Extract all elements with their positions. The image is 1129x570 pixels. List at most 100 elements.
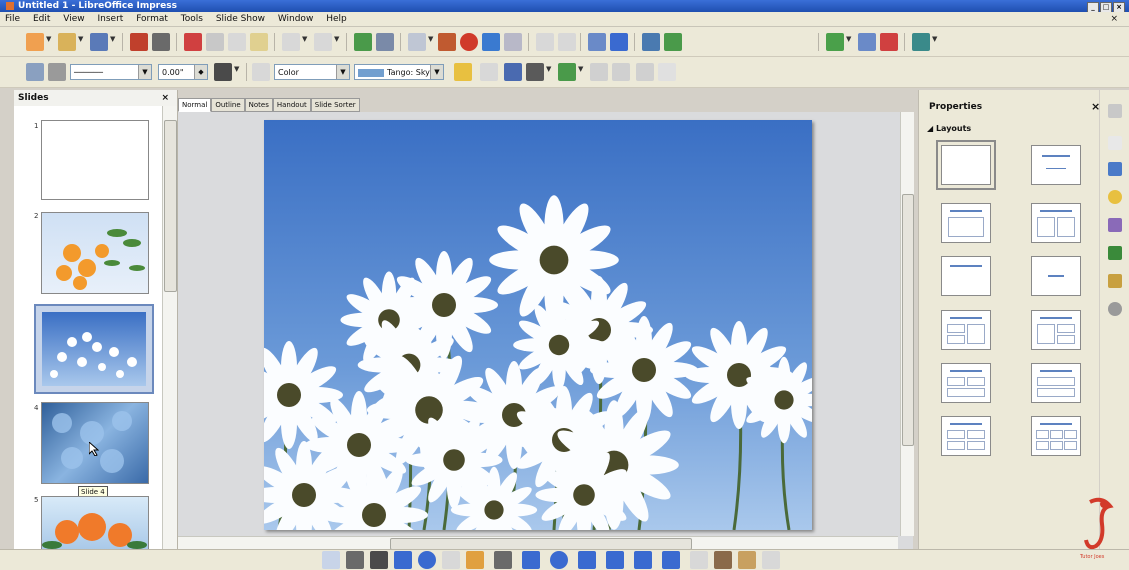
paste-icon[interactable]	[228, 33, 246, 51]
line-tool-icon[interactable]	[346, 551, 364, 569]
save-icon[interactable]	[90, 33, 108, 51]
area-style-select[interactable]: Color ▼	[274, 64, 350, 80]
layout-title-content[interactable]	[941, 203, 991, 243]
textbox-icon[interactable]	[504, 33, 522, 51]
slide-layout-icon[interactable]	[610, 33, 628, 51]
slide-thumbnail-5[interactable]	[41, 496, 149, 552]
line-width-field[interactable]: 0.00" ◆	[158, 64, 208, 80]
arrange-dropdown-icon[interactable]: ▼	[578, 66, 585, 73]
points-tool-icon[interactable]	[690, 551, 708, 569]
image-tool-icon[interactable]	[738, 551, 756, 569]
connector-tool-icon[interactable]	[494, 551, 512, 569]
menu-view[interactable]: View	[58, 12, 89, 26]
new-slide-dropdown-icon[interactable]: ▼	[846, 36, 853, 43]
transition-dropdown-icon[interactable]: ▼	[932, 36, 939, 43]
new-document-icon[interactable]	[26, 33, 44, 51]
menu-format[interactable]: Format	[131, 12, 173, 26]
undo-dropdown-icon[interactable]: ▼	[302, 36, 309, 43]
line-icon[interactable]	[48, 63, 66, 81]
properties-close-button[interactable]: ×	[1091, 100, 1100, 113]
slide-thumbnail-1[interactable]	[41, 120, 149, 200]
menu-help[interactable]: Help	[321, 12, 352, 26]
menu-edit[interactable]: Edit	[28, 12, 55, 26]
layouts-section-header[interactable]: ◢ Layouts	[927, 124, 971, 133]
tab-handout[interactable]: Handout	[272, 98, 311, 112]
slideshow-current-icon[interactable]	[664, 33, 682, 51]
basic-shapes-icon[interactable]	[522, 551, 540, 569]
special-character-icon[interactable]	[558, 33, 576, 51]
extrusion-icon[interactable]	[762, 551, 780, 569]
image-icon[interactable]	[438, 33, 456, 51]
layout-blank[interactable]	[936, 140, 996, 190]
curve-tool-icon[interactable]	[466, 551, 484, 569]
grid-icon[interactable]	[636, 63, 654, 81]
spelling-icon[interactable]	[354, 33, 372, 51]
ellipse-tool-icon[interactable]	[418, 551, 436, 569]
select-tool-icon[interactable]	[322, 551, 340, 569]
arrange-icon[interactable]	[558, 63, 576, 81]
slide-thumbnail-2[interactable]	[41, 212, 149, 294]
stars-icon[interactable]	[662, 551, 680, 569]
helplines-icon[interactable]	[658, 63, 676, 81]
edit-vertical-scrollbar-thumb[interactable]	[902, 194, 914, 446]
tab-slide-sorter[interactable]: Slide Sorter	[310, 98, 360, 112]
slides-pane-close-button[interactable]: ×	[161, 90, 169, 106]
layout-title-4-content[interactable]	[941, 416, 991, 456]
arrow-line-tool-icon[interactable]	[370, 551, 388, 569]
tab-notes[interactable]: Notes	[244, 98, 273, 112]
undo-icon[interactable]	[282, 33, 300, 51]
line-color-icon[interactable]	[214, 63, 232, 81]
gallery-deck-icon[interactable]	[1108, 274, 1122, 288]
hyperlink-icon[interactable]	[536, 33, 554, 51]
current-slide[interactable]	[264, 120, 812, 530]
table-dropdown-icon[interactable]: ▼	[428, 36, 435, 43]
save-dropdown-icon[interactable]: ▼	[110, 36, 117, 43]
layout-title-content-over-content[interactable]	[1031, 363, 1081, 403]
select-icon[interactable]	[590, 63, 608, 81]
slide-thumbnail-3-selected[interactable]	[34, 304, 154, 394]
master-slides-deck-icon[interactable]	[1108, 218, 1122, 232]
start-slideshow-icon[interactable]	[642, 33, 660, 51]
flowchart-icon[interactable]	[606, 551, 624, 569]
new-slide-icon[interactable]	[826, 33, 844, 51]
menu-tools[interactable]: Tools	[176, 12, 208, 26]
redo-icon[interactable]	[314, 33, 332, 51]
slides-scrollbar[interactable]	[162, 106, 177, 550]
tab-normal[interactable]: Normal	[178, 98, 212, 112]
block-arrows-icon[interactable]	[578, 551, 596, 569]
properties-deck-icon[interactable]	[1108, 136, 1122, 150]
print-icon[interactable]	[152, 33, 170, 51]
cut-icon[interactable]	[184, 33, 202, 51]
rotate-icon[interactable]	[504, 63, 522, 81]
slide-transition-icon[interactable]	[912, 33, 930, 51]
layout-title-only[interactable]	[941, 256, 991, 296]
layout-title-6-content[interactable]	[1031, 416, 1081, 456]
align-dropdown-icon[interactable]: ▼	[546, 66, 553, 73]
layout-title-2-content-over[interactable]	[941, 363, 991, 403]
slide-transition-deck-icon[interactable]	[1108, 162, 1122, 176]
slide-icon[interactable]	[588, 33, 606, 51]
rectangle-tool-icon[interactable]	[394, 551, 412, 569]
area-icon[interactable]	[252, 63, 270, 81]
table-icon[interactable]	[408, 33, 426, 51]
layout-title-2-content[interactable]	[1031, 203, 1081, 243]
open-dropdown-icon[interactable]: ▼	[78, 36, 85, 43]
export-pdf-icon[interactable]	[130, 33, 148, 51]
zoom-icon[interactable]	[376, 33, 394, 51]
symbol-shapes-icon[interactable]	[550, 551, 568, 569]
duplicate-slide-icon[interactable]	[858, 33, 876, 51]
line-color-dropdown-icon[interactable]: ▼	[234, 66, 241, 73]
arrow-style-icon[interactable]	[26, 63, 44, 81]
tab-outline[interactable]: Outline	[211, 98, 245, 112]
layout-title-content-2-content[interactable]	[1031, 310, 1081, 350]
points-icon[interactable]	[612, 63, 630, 81]
styles-deck-icon[interactable]	[1108, 246, 1122, 260]
sidebar-menu-icon[interactable]	[1108, 104, 1122, 118]
menu-window[interactable]: Window	[273, 12, 319, 26]
menu-slide-show[interactable]: Slide Show	[211, 12, 270, 26]
chart-icon[interactable]	[482, 33, 500, 51]
crop-icon[interactable]	[480, 63, 498, 81]
shadow-icon[interactable]	[454, 63, 472, 81]
new-dropdown-icon[interactable]: ▼	[46, 36, 53, 43]
layout-title-slide[interactable]	[1031, 145, 1081, 185]
